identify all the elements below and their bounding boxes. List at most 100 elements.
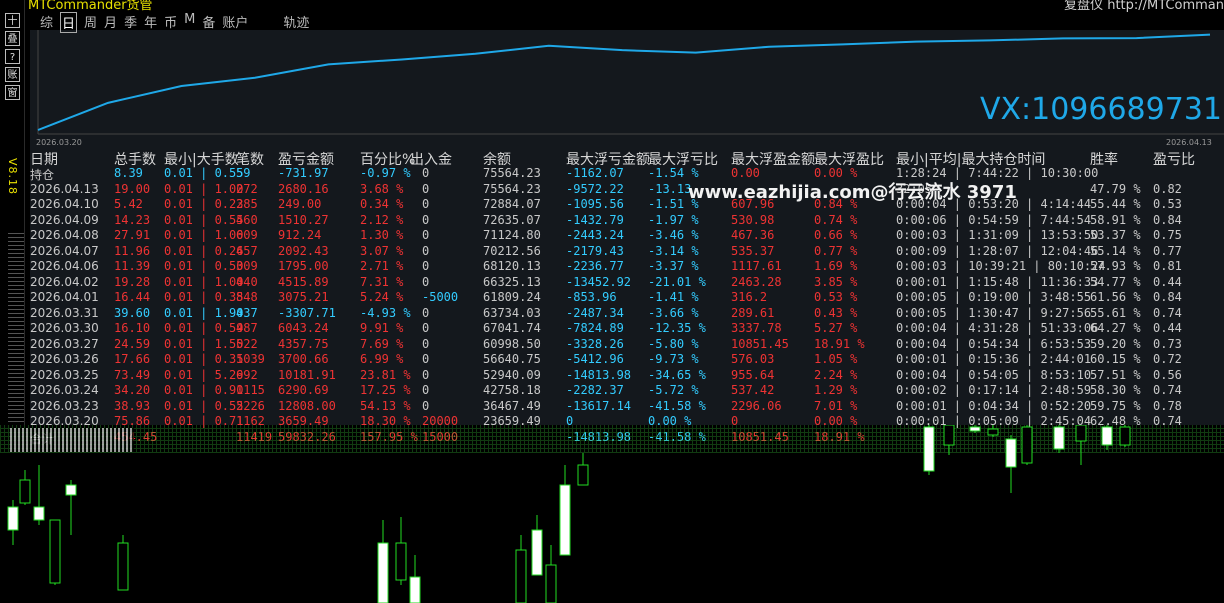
candle (559, 465, 571, 556)
candle (1005, 435, 1017, 493)
cell-hold: 0:00:09 | 1:28:07 | 12:04:46 (896, 243, 1099, 258)
candle (1021, 425, 1033, 465)
cell-maxgain: 1117.61 (731, 259, 782, 273)
cell-flow: 0 (422, 228, 430, 242)
column-header-6[interactable]: 出入金 (410, 149, 452, 169)
cell-bal: 67041.74 (483, 321, 541, 335)
cell-minmax: 0.01 | 0.50 (164, 259, 244, 273)
cell-maxgainpct: 18.91 % (814, 336, 865, 351)
cell-date: 2026.03.24 (30, 383, 99, 397)
tool-button-4[interactable]: 窗 (5, 85, 20, 100)
tool-button-1[interactable]: 叠 (5, 31, 20, 46)
tool-button-0[interactable]: 十 (5, 13, 20, 28)
cell-date: 2026.03.23 (30, 398, 99, 413)
cell-date: 2026.03.31 (30, 305, 99, 320)
cell-lots: 14.23 (114, 212, 151, 227)
cell-maxloss: -2236.77 (566, 259, 624, 273)
candlestick-chart (7, 425, 1131, 603)
cell-pct: 17.25 % (360, 383, 411, 397)
curve-end-date: 2026.04.13 (1166, 138, 1212, 147)
cell-maxloss: -2179.43 (566, 243, 624, 258)
cell-date: 2026.04.13 (30, 181, 99, 196)
cell-maxgainpct: 7.01 % (814, 398, 858, 413)
cell-win: 55.14 % (1090, 243, 1141, 258)
cell-bal: 72884.07 (483, 197, 541, 211)
replay-link[interactable]: 复盘仪 http://MTComman (1064, 0, 1224, 13)
cell-hold: 0:00:05 | 1:30:47 | 9:27:56 (896, 305, 1092, 320)
cell-lots: 16.44 (114, 290, 151, 304)
cell-pct: 5.24 % (360, 290, 404, 304)
cell-pnl: 2092.43 (278, 243, 329, 258)
cell-minmax: 0.01 | 0.55 (164, 166, 244, 180)
cell-pnl: -731.97 (278, 166, 329, 180)
cell-hold: 0:00:06 | 0:54:59 | 7:44:54 (896, 212, 1092, 227)
cell-lots: 8.39 (114, 166, 143, 180)
cell-lots: 39.60 (114, 305, 151, 320)
cell-date: 2026.03.25 (30, 367, 99, 382)
cell-pnl: 10181.91 (278, 367, 336, 382)
cell-pnl: -3307.71 (278, 305, 336, 320)
cell-pnl: 912.24 (278, 228, 322, 242)
cell-minmax: 0.01 | 0.35 (164, 290, 244, 304)
cell-maxlosspct: -1.97 % (648, 212, 699, 227)
cell-minmax: 0.01 | 1.00 (164, 181, 244, 196)
cell-minmax: 0.01 | 1.00 (164, 274, 244, 289)
candle (923, 425, 935, 475)
cell-flow: 0 (422, 383, 430, 397)
cell-maxloss: -2443.24 (566, 228, 624, 242)
tool-button-3[interactable]: 账 (5, 67, 20, 82)
cell-maxgain: 3337.78 (731, 321, 782, 335)
cell-pnl: 3700.66 (278, 352, 329, 366)
candle (33, 465, 45, 525)
cell-pnl: 2680.16 (278, 181, 329, 196)
cell-maxlosspct: -3.66 % (648, 305, 699, 320)
cell-win: 64.27 % (1090, 321, 1141, 335)
cell-date: 2026.04.10 (30, 197, 99, 211)
cell-bal: 60998.50 (483, 336, 541, 351)
cell-bal: 72635.07 (483, 212, 541, 227)
cell-maxlosspct: -5.72 % (648, 383, 699, 397)
cell-pct: 1.30 % (360, 228, 404, 242)
cell-maxgainpct: 1.05 % (814, 352, 858, 366)
cell-maxgain: 535.37 (731, 243, 775, 258)
candle (545, 545, 557, 603)
cell-win: 55.61 % (1090, 305, 1141, 320)
cell-minmax: 0.01 | 1.00 (164, 228, 244, 242)
cell-ratio: 0.75 (1153, 228, 1182, 242)
cell-win: 55.44 % (1090, 197, 1141, 211)
cell-pct: 7.69 % (360, 336, 404, 351)
cell-lots: 38.93 (114, 398, 151, 413)
candle (1101, 425, 1113, 450)
cell-maxloss: -13617.14 (566, 398, 632, 413)
site-watermark: www.eazhijia.com@行云流水 3971 (688, 182, 1017, 203)
cell-minmax: 0.01 | 5.29 (164, 367, 244, 382)
cell-flow: -5000 (422, 290, 459, 304)
cell-date: 2026.04.02 (30, 274, 99, 289)
cell-maxloss: -1162.07 (566, 166, 624, 180)
cell-maxgain: 2296.06 (731, 398, 782, 413)
cell-win: 59.20 % (1090, 336, 1141, 351)
tool-button-2[interactable]: ? (5, 49, 20, 64)
cell-lots: 16.10 (114, 321, 151, 335)
cell-hold: 0:00:01 | 1:15:48 | 11:36:33 (896, 274, 1099, 289)
cell-ratio: 0.72 (1153, 352, 1182, 366)
column-header-14[interactable]: 盈亏比 (1153, 149, 1195, 169)
cell-maxgainpct: 0.66 % (814, 228, 858, 242)
contact-watermark: VX:1096689731 (979, 92, 1222, 127)
curve-start-date: 2026.03.20 (36, 138, 82, 147)
cell-maxlosspct: -9.73 % (648, 352, 699, 366)
cell-maxgain: 467.36 (731, 228, 775, 242)
cell-ratio: 0.53 (1153, 197, 1182, 211)
cell-pct: -4.93 % (360, 305, 411, 320)
cell-hold: 0:00:03 | 10:39:21 | 80:10:24 (896, 259, 1106, 273)
cell-bal: 75564.23 (483, 166, 541, 180)
cell-minmax: 0.01 | 1.90 (164, 305, 244, 320)
cell-maxlosspct: -34.65 % (648, 367, 706, 382)
cell-bal: 56640.75 (483, 352, 541, 366)
cell-maxgain: 537.42 (731, 383, 775, 397)
cell-flow: 0 (422, 259, 430, 273)
cell-maxloss: -2487.34 (566, 305, 624, 320)
cell-maxloss: -7824.89 (566, 321, 624, 335)
cell-flow: 0 (422, 274, 430, 289)
cell-lots: 19.00 (114, 181, 151, 196)
